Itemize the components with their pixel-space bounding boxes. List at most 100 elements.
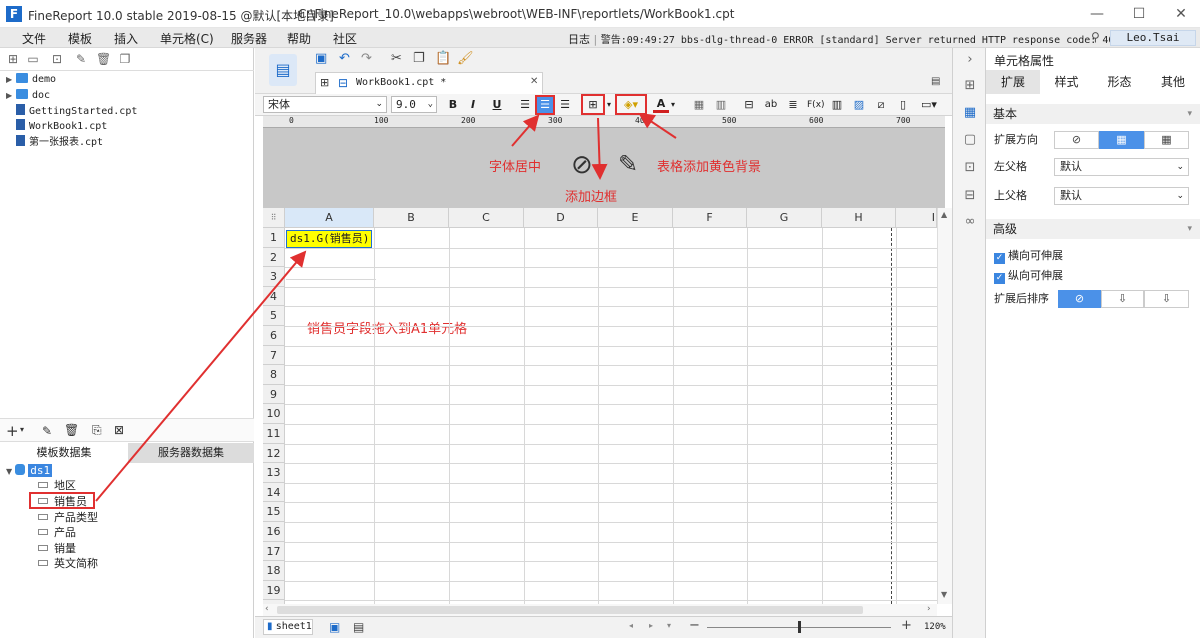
scroll-menu-icon[interactable]: ▾ — [667, 621, 671, 630]
copy-icon[interactable]: ❐ — [118, 52, 132, 66]
column-header[interactable]: C — [449, 208, 524, 228]
column-header[interactable]: H — [822, 208, 896, 228]
column-header[interactable]: B — [374, 208, 449, 228]
horizontal-scrollbar[interactable]: ‹ › — [263, 604, 937, 616]
expand-vertical-button[interactable]: ▦ — [1099, 131, 1144, 149]
spreadsheet-grid[interactable]: ⠿ A B C D E F G H I ds1.G(销售员) 销售员字段拖入到A… — [263, 208, 937, 604]
row-header[interactable]: 14 — [263, 482, 285, 503]
tab-style[interactable]: 样式 — [1040, 70, 1093, 94]
save-icon[interactable]: ▣ — [315, 51, 327, 66]
image-icon[interactable]: ▨ — [851, 97, 867, 113]
open-icon[interactable]: ▭ — [26, 52, 40, 66]
close-button[interactable]: ✕ — [1168, 4, 1194, 24]
vertical-expand-checkbox[interactable]: ✓ 纵向可伸展 — [994, 267, 1063, 284]
align-center-button[interactable]: ☰ — [535, 95, 555, 115]
menu-file[interactable]: 文件 — [22, 30, 46, 47]
delete-icon[interactable]: 🗑 — [96, 52, 111, 66]
tree-item-doc[interactable]: ▶ doc — [6, 88, 50, 103]
redo-icon[interactable]: ↷ — [361, 51, 372, 66]
row-header[interactable]: 2 — [263, 247, 285, 268]
fill-color-button[interactable]: ◈▾ — [615, 94, 647, 115]
align-right-button[interactable]: ☰ — [557, 97, 573, 113]
chevron-right-icon[interactable]: › — [962, 52, 978, 68]
tab-menu-icon[interactable]: ▤ — [931, 76, 940, 87]
add-dataset-icon[interactable]: + — [6, 422, 19, 440]
add-sheet-icon[interactable]: ▣ — [329, 620, 340, 634]
tab-other[interactable]: 其他 — [1146, 70, 1200, 94]
edit-pencil-icon[interactable]: ✎ — [618, 150, 638, 178]
tree-item-first-report[interactable]: 第一张报表.cpt — [16, 135, 103, 150]
format-painter-icon[interactable]: 🖌 — [457, 51, 474, 66]
sort-none-button[interactable]: ⊘ — [1058, 290, 1101, 308]
tree-item-workbook1[interactable]: WorkBook1.cpt — [16, 119, 107, 134]
row-header[interactable]: 15 — [263, 502, 285, 522]
horizontal-expand-checkbox[interactable]: ✓ 横向可伸展 — [994, 247, 1063, 264]
rename-icon[interactable]: ✎ — [74, 52, 88, 66]
merge-icon[interactable]: ▦ — [691, 97, 707, 113]
log-button[interactable]: 日志 — [568, 33, 590, 46]
italic-button[interactable]: I — [465, 97, 481, 113]
row-header[interactable]: 11 — [263, 424, 285, 444]
chevron-down-icon[interactable]: ▾ — [605, 97, 613, 113]
hide-icon[interactable]: ⊘ — [571, 150, 593, 180]
font-size-select[interactable]: 9.0 ⌄ — [391, 96, 437, 113]
column-header[interactable]: G — [747, 208, 822, 228]
paste-icon[interactable]: 📋 — [435, 51, 451, 66]
lock-icon[interactable]: ⊡ — [50, 52, 64, 66]
menu-community[interactable]: 社区 — [333, 30, 357, 47]
rich-text-icon[interactable]: ≣ — [785, 97, 801, 113]
menu-server[interactable]: 服务器 — [231, 30, 267, 47]
menu-cell[interactable]: 单元格(C) — [160, 30, 214, 47]
formula-icon[interactable]: F(x) — [807, 97, 825, 113]
row-header[interactable]: 10 — [263, 404, 285, 424]
user-button[interactable]: Leo.Tsai — [1110, 30, 1196, 46]
tab-server-dataset[interactable]: 服务器数据集 — [128, 443, 254, 463]
copy-icon[interactable]: ❐ — [413, 51, 425, 66]
hyperlink-icon[interactable]: ∞ — [962, 214, 978, 230]
font-family-select[interactable]: 宋体 ⌄ — [263, 96, 387, 113]
section-basic[interactable]: 基本 ▾ — [986, 104, 1200, 124]
sort-desc-button[interactable]: ⇩ — [1144, 290, 1189, 308]
float-element-icon[interactable]: ▢ — [962, 132, 978, 148]
dataset-node[interactable]: ▼ ds1 — [6, 463, 53, 478]
search-icon[interactable]: ⚲ — [1091, 30, 1105, 44]
column-header[interactable]: F — [673, 208, 747, 228]
edit-icon[interactable]: ✎ — [42, 424, 52, 438]
section-advanced[interactable]: 高级 ▾ — [986, 219, 1200, 239]
row-header[interactable]: 19 — [263, 580, 285, 601]
left-parent-select[interactable]: 默认 ⌄ — [1054, 158, 1189, 176]
row-header[interactable]: 13 — [263, 463, 285, 483]
border-button[interactable]: ⊞ — [581, 94, 605, 115]
preview-icon[interactable]: ⎘ — [92, 423, 102, 438]
chart-icon[interactable]: ▥ — [829, 97, 845, 113]
scroll-right-icon[interactable]: ▸ — [649, 621, 653, 630]
condition-icon[interactable]: ⊟ — [962, 188, 978, 204]
row-header[interactable]: 4 — [263, 286, 285, 307]
zoom-in-button[interactable]: + — [901, 618, 912, 633]
template-icon[interactable]: ▤ — [269, 54, 297, 86]
top-parent-select[interactable]: 默认 ⌄ — [1054, 187, 1189, 205]
tab-workbook1[interactable]: ⊞ ⊟ WorkBook1.cpt * ✕ — [315, 72, 543, 94]
font-color-button[interactable]: A — [653, 97, 669, 113]
cell-a1[interactable]: ds1.G(销售员) — [286, 230, 372, 248]
vertical-scrollbar[interactable]: ▲ ▼ — [937, 208, 952, 604]
menu-template[interactable]: 模板 — [68, 30, 92, 47]
subreport-icon[interactable]: ▯ — [895, 97, 911, 113]
select-all-icon[interactable]: ⠿ — [263, 208, 285, 228]
maximize-button[interactable]: ☐ — [1126, 4, 1152, 24]
menu-help[interactable]: 帮助 — [287, 30, 311, 47]
zoom-out-button[interactable]: − — [689, 618, 700, 633]
scroll-thumb[interactable] — [277, 606, 863, 614]
row-header[interactable]: 12 — [263, 443, 285, 464]
slash-icon[interactable]: ⧄ — [873, 97, 889, 113]
column-header[interactable]: I — [896, 208, 937, 228]
row-header[interactable]: 8 — [263, 365, 285, 385]
close-tab-icon[interactable]: ✕ — [530, 76, 538, 87]
zoom-slider-thumb[interactable] — [798, 621, 801, 633]
chevron-down-icon[interactable]: ▾ — [20, 425, 24, 434]
delete-dataset-icon[interactable]: 🗑 — [64, 423, 79, 437]
tab-expand[interactable]: 扩展 — [986, 70, 1040, 94]
insert-cell-icon[interactable]: ⊟ — [741, 97, 757, 113]
underline-button[interactable]: U — [489, 97, 505, 113]
field-sales[interactable]: 销量 — [38, 541, 76, 556]
